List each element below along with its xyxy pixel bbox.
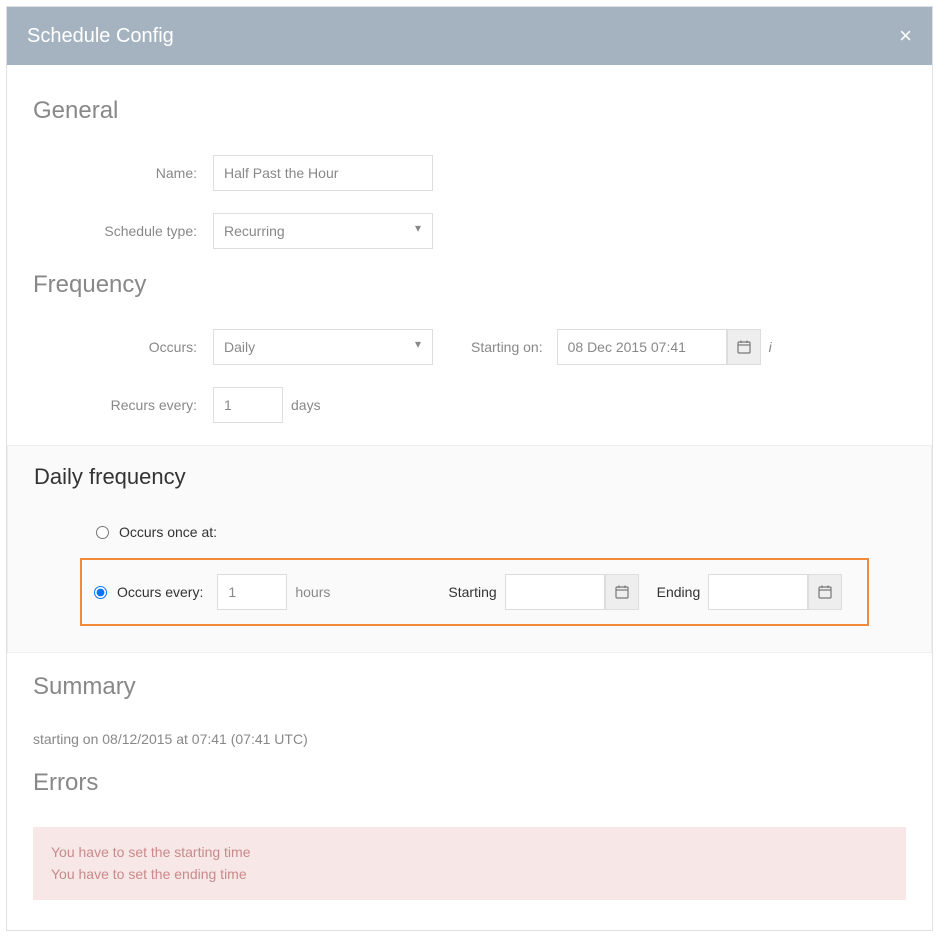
- calendar-icon: [818, 585, 832, 599]
- row-occurs-every-highlight: Occurs every: hours Starting Ending: [80, 558, 869, 626]
- starting-on-input[interactable]: [557, 329, 727, 365]
- starting-on-group: Starting on: i: [463, 329, 772, 365]
- error-box: You have to set the starting time You ha…: [33, 827, 906, 900]
- section-daily-frequency-title: Daily frequency: [34, 464, 909, 490]
- occurs-select[interactable]: Daily: [213, 329, 433, 365]
- modal-body: General Name: Schedule type: Recurring F…: [7, 65, 932, 930]
- starting-time-calendar-button[interactable]: [605, 574, 639, 610]
- recurs-every-input[interactable]: [213, 387, 283, 423]
- section-general-title: General: [33, 97, 906, 125]
- calendar-icon: [615, 585, 629, 599]
- row-recurs-every: Recurs every: days: [33, 387, 906, 423]
- row-schedule-type: Schedule type: Recurring: [33, 213, 906, 249]
- occurs-every-radio[interactable]: [94, 586, 107, 599]
- label-occurs: Occurs:: [33, 339, 213, 355]
- error-line-2: You have to set the ending time: [51, 863, 888, 885]
- starting-time-input[interactable]: [505, 574, 605, 610]
- label-starting-time: Starting: [448, 584, 496, 600]
- calendar-icon: [737, 340, 751, 354]
- starting-on-calendar-button[interactable]: [727, 329, 761, 365]
- label-recurs-every: Recurs every:: [33, 397, 213, 413]
- hours-suffix: hours: [295, 584, 330, 600]
- modal-header: Schedule Config ×: [7, 7, 932, 65]
- section-frequency-title: Frequency: [33, 271, 906, 299]
- occurs-every-input[interactable]: [217, 574, 287, 610]
- label-ending-time: Ending: [657, 584, 701, 600]
- ending-time-input[interactable]: [708, 574, 808, 610]
- row-occurs: Occurs: Daily Starting on: i: [33, 329, 906, 365]
- section-summary-title: Summary: [33, 673, 906, 701]
- starting-time-group: Starting: [448, 574, 638, 610]
- modal-title: Schedule Config: [27, 25, 174, 48]
- days-suffix: days: [291, 397, 321, 413]
- label-occurs-every: Occurs every:: [117, 584, 203, 600]
- ending-time-calendar-button[interactable]: [808, 574, 842, 610]
- label-starting-on: Starting on:: [471, 339, 543, 355]
- row-name: Name:: [33, 155, 906, 191]
- label-schedule-type: Schedule type:: [33, 223, 213, 239]
- schedule-type-select[interactable]: Recurring: [213, 213, 433, 249]
- close-icon[interactable]: ×: [899, 23, 912, 49]
- occurs-once-radio[interactable]: [96, 526, 109, 539]
- daily-frequency-box: Daily frequency Occurs once at: Occurs e…: [7, 445, 932, 653]
- label-occurs-once: Occurs once at:: [119, 524, 259, 540]
- row-occurs-once: Occurs once at:: [90, 512, 909, 552]
- section-errors-title: Errors: [33, 769, 906, 797]
- ending-time-group: Ending: [657, 574, 843, 610]
- info-icon[interactable]: i: [769, 339, 772, 355]
- summary-text: starting on 08/12/2015 at 07:41 (07:41 U…: [33, 731, 906, 747]
- error-line-1: You have to set the starting time: [51, 841, 888, 863]
- name-input[interactable]: [213, 155, 433, 191]
- label-name: Name:: [33, 165, 213, 181]
- schedule-config-modal: Schedule Config × General Name: Schedule…: [6, 6, 933, 931]
